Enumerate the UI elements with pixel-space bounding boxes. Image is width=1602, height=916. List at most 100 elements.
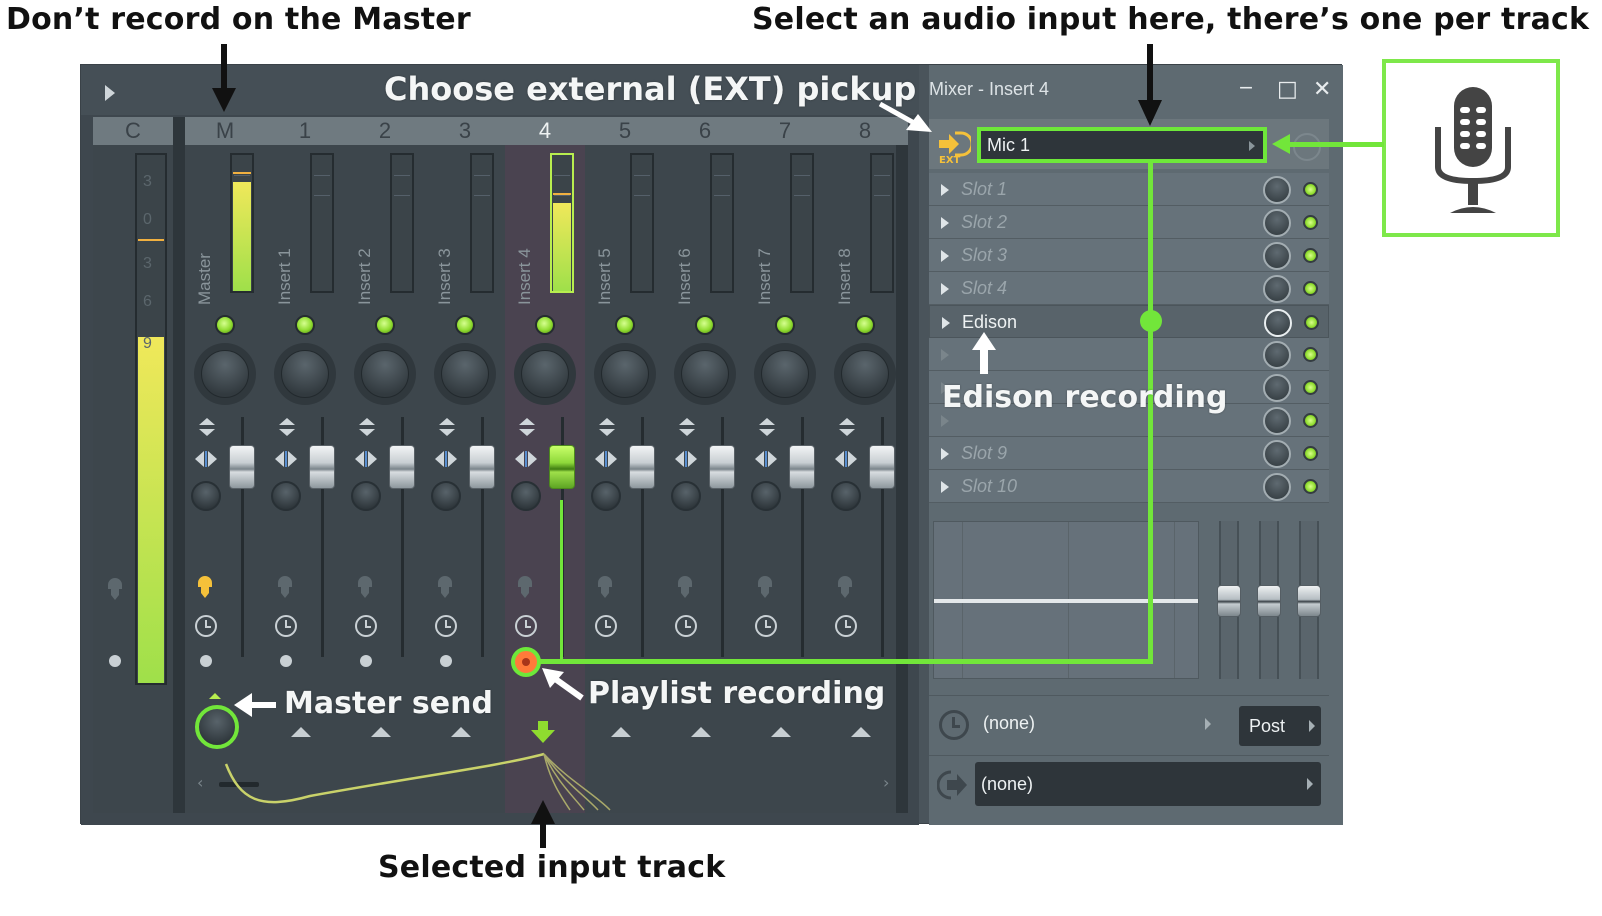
track-enable-led[interactable] <box>775 315 795 335</box>
input-knob[interactable] <box>1293 133 1321 161</box>
effect-slot[interactable]: Slot 10 <box>929 470 1329 503</box>
maximize-button[interactable]: □ <box>1277 79 1298 101</box>
track-header-6[interactable]: 6 <box>685 117 725 145</box>
slot-enable-led[interactable] <box>1303 446 1318 461</box>
pan-knob[interactable] <box>281 350 329 398</box>
track-header-m[interactable]: M <box>205 117 245 145</box>
pan-knob[interactable] <box>441 350 489 398</box>
time-offset-clock-icon[interactable] <box>275 615 297 637</box>
scroll-right-button[interactable]: › <box>883 773 889 792</box>
track-header-7[interactable]: 7 <box>765 117 805 145</box>
input-arm-icon[interactable] <box>355 573 375 599</box>
track-enable-led[interactable] <box>615 315 635 335</box>
input-arm-icon[interactable] <box>275 573 295 599</box>
route-send-arrow-icon[interactable] <box>851 727 871 737</box>
slot-mix-knob[interactable] <box>1263 473 1291 501</box>
route-send-arrow-icon[interactable] <box>691 727 711 737</box>
route-send-arrow-icon[interactable] <box>371 727 391 737</box>
slot-enable-led[interactable] <box>1303 182 1318 197</box>
mixer-track-6[interactable]: Insert 6 <box>665 145 745 813</box>
input-arm-icon[interactable] <box>105 575 125 601</box>
stereo-knob[interactable] <box>271 481 301 511</box>
mixer-track-5[interactable]: Insert 5 <box>585 145 665 813</box>
input-arm-icon[interactable] <box>755 573 775 599</box>
pan-knob[interactable] <box>841 350 889 398</box>
slot-enable-led[interactable] <box>1303 248 1318 263</box>
audio-input-select[interactable]: Mic 1 <box>977 127 1267 163</box>
current-send-dot[interactable] <box>109 655 121 667</box>
slot-mix-knob[interactable] <box>1263 374 1291 402</box>
swap-channel-icon[interactable] <box>197 417 217 437</box>
time-offset-clock-icon[interactable] <box>195 615 217 637</box>
swap-channel-icon[interactable] <box>757 417 777 437</box>
track-header-3[interactable]: 3 <box>445 117 485 145</box>
pan-knob[interactable] <box>761 350 809 398</box>
volume-fader[interactable] <box>309 445 335 489</box>
track-enable-led[interactable] <box>295 315 315 335</box>
volume-fader[interactable] <box>709 445 735 489</box>
menu-arrow-icon[interactable] <box>105 85 115 101</box>
time-offset-clock-icon[interactable] <box>595 615 617 637</box>
slot-enable-led[interactable] <box>1303 215 1318 230</box>
time-offset-clock-icon[interactable] <box>355 615 377 637</box>
slot-mix-knob[interactable] <box>1264 309 1292 337</box>
pan-knob[interactable] <box>201 350 249 398</box>
track-send-dot[interactable] <box>360 655 372 667</box>
time-offset-clock-icon[interactable] <box>675 615 697 637</box>
effect-slot[interactable]: Slot 9 <box>929 437 1329 470</box>
stereo-separation-icon[interactable] <box>195 449 217 469</box>
post-button[interactable]: Post <box>1239 706 1321 746</box>
eq-display[interactable] <box>933 521 1199 679</box>
volume-fader[interactable] <box>629 445 655 489</box>
route-send-arrow-icon[interactable] <box>451 727 471 737</box>
input-arm-icon[interactable] <box>435 573 455 599</box>
time-offset-value[interactable]: (none) <box>983 713 1035 734</box>
pan-knob[interactable] <box>361 350 409 398</box>
slot-mix-knob[interactable] <box>1263 209 1291 237</box>
mixer-track-4[interactable]: Insert 4 <box>505 145 585 813</box>
eq-band-low-fader[interactable] <box>1217 585 1241 617</box>
track-send-dot[interactable] <box>440 655 452 667</box>
input-arm-icon[interactable] <box>835 573 855 599</box>
stereo-knob[interactable] <box>591 481 621 511</box>
swap-channel-icon[interactable] <box>517 417 537 437</box>
record-arm-button[interactable] <box>511 647 541 677</box>
stereo-separation-icon[interactable] <box>835 449 857 469</box>
slot-mix-knob[interactable] <box>1263 275 1291 303</box>
route-send-arrow-icon[interactable] <box>771 727 791 737</box>
slot-expand-icon[interactable] <box>941 481 949 493</box>
volume-fader[interactable] <box>229 445 255 489</box>
stereo-knob[interactable] <box>511 481 541 511</box>
slot-expand-icon[interactable] <box>941 349 949 361</box>
track-send-dot[interactable] <box>280 655 292 667</box>
stereo-knob[interactable] <box>671 481 701 511</box>
effect-slot[interactable]: Slot 2 <box>929 206 1329 239</box>
effect-slot[interactable]: Slot 3 <box>929 239 1329 272</box>
slot-expand-icon[interactable] <box>942 317 950 329</box>
close-button[interactable]: ✕ <box>1313 79 1331 101</box>
track-header-2[interactable]: 2 <box>365 117 405 145</box>
stereo-knob[interactable] <box>431 481 461 511</box>
slot-mix-knob[interactable] <box>1263 407 1291 435</box>
slot-expand-icon[interactable] <box>941 283 949 295</box>
input-arm-icon[interactable] <box>675 573 695 599</box>
track-enable-led[interactable] <box>215 315 235 335</box>
slot-enable-led[interactable] <box>1303 347 1318 362</box>
track-enable-led[interactable] <box>455 315 475 335</box>
stereo-knob[interactable] <box>351 481 381 511</box>
eq-band-mid-fader[interactable] <box>1257 585 1281 617</box>
swap-channel-icon[interactable] <box>277 417 297 437</box>
stereo-knob[interactable] <box>191 481 221 511</box>
audio-output-select[interactable]: (none) <box>975 762 1321 806</box>
swap-channel-icon[interactable] <box>837 417 857 437</box>
stereo-knob[interactable] <box>831 481 861 511</box>
swap-channel-icon[interactable] <box>437 417 457 437</box>
slot-mix-knob[interactable] <box>1263 242 1291 270</box>
slot-mix-knob[interactable] <box>1263 341 1291 369</box>
time-offset-clock-icon[interactable] <box>835 615 857 637</box>
slot-enable-led[interactable] <box>1303 479 1318 494</box>
swap-channel-icon[interactable] <box>597 417 617 437</box>
track-header-1[interactable]: 1 <box>285 117 325 145</box>
mixer-track-8[interactable]: Insert 8 <box>825 145 905 813</box>
stereo-separation-icon[interactable] <box>435 449 457 469</box>
